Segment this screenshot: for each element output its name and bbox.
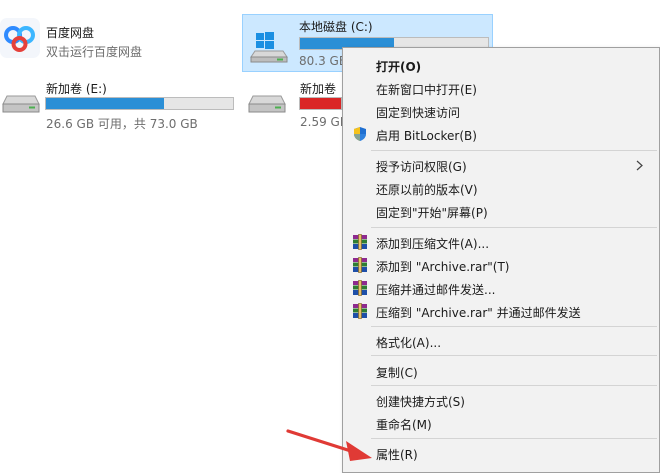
menu-item-format-label: 格式化(A)... bbox=[376, 336, 442, 350]
baidu-netdisk-subtitle: 双击运行百度网盘 bbox=[46, 45, 143, 59]
menu-separator bbox=[371, 438, 657, 439]
uac-shield-icon bbox=[354, 127, 366, 141]
winrar-icon bbox=[353, 234, 367, 250]
menu-item-compress-email[interactable]: 压缩并通过邮件发送... bbox=[343, 277, 659, 299]
drive-volume-free-space: 2.59 GB bbox=[300, 115, 349, 129]
drive-c-free-space: 80.3 GB bbox=[299, 54, 348, 68]
menu-separator bbox=[371, 150, 657, 151]
menu-item-pin-quick-access-label: 固定到快速访问 bbox=[376, 106, 461, 120]
annotation-arrow-icon bbox=[286, 429, 372, 461]
hard-drive-icon bbox=[2, 95, 40, 113]
menu-item-add-archive[interactable]: 添加到压缩文件(A)... bbox=[343, 231, 659, 253]
drive-e-tile[interactable]: 新加卷 (E:) 26.6 GB 可用，共 73.0 GB bbox=[0, 76, 240, 136]
baidu-netdisk-name: 百度网盘 bbox=[46, 26, 95, 40]
drive-e-free-space: 26.6 GB 可用，共 73.0 GB bbox=[46, 117, 198, 131]
hard-drive-icon bbox=[248, 95, 286, 113]
menu-item-grant-access-label: 授予访问权限(G) bbox=[376, 160, 467, 174]
menu-item-compress-rar-email-label: 压缩到 "Archive.rar" 并通过邮件发送 bbox=[376, 306, 581, 320]
menu-item-add-archive-rar-label: 添加到 "Archive.rar"(T) bbox=[376, 260, 510, 274]
drive-volume-usage-bar bbox=[299, 97, 342, 110]
menu-item-bitlocker-label: 启用 BitLocker(B) bbox=[376, 129, 477, 143]
menu-item-create-shortcut-label: 创建快捷方式(S) bbox=[376, 395, 465, 409]
menu-item-create-shortcut[interactable]: 创建快捷方式(S) bbox=[343, 389, 659, 411]
baidu-netdisk-icon bbox=[0, 18, 40, 58]
menu-item-pin-start-label: 固定到"开始"屏幕(P) bbox=[376, 206, 488, 220]
menu-item-open-new-window-label: 在新窗口中打开(E) bbox=[376, 83, 477, 97]
menu-item-properties[interactable]: 属性(R) bbox=[343, 442, 659, 464]
drive-volume-name: 新加卷 bbox=[300, 82, 337, 96]
menu-item-compress-rar-email[interactable]: 压缩到 "Archive.rar" 并通过邮件发送 bbox=[343, 300, 659, 322]
menu-item-pin-quick-access[interactable]: 固定到快速访问 bbox=[343, 100, 659, 122]
menu-item-open-new-window[interactable]: 在新窗口中打开(E) bbox=[343, 77, 659, 99]
drive-c-name: 本地磁盘 (C:) bbox=[299, 20, 373, 34]
drive-volume-tile[interactable]: 新加卷 2.59 GB bbox=[246, 76, 348, 136]
drive-e-name: 新加卷 (E:) bbox=[46, 82, 107, 96]
menu-separator bbox=[371, 385, 657, 386]
chevron-right-icon bbox=[636, 160, 643, 171]
menu-item-rename-label: 重命名(M) bbox=[376, 418, 432, 432]
drive-e-usage-fill bbox=[46, 98, 164, 109]
menu-item-restore-versions[interactable]: 还原以前的版本(V) bbox=[343, 177, 659, 199]
drive-volume-usage-fill bbox=[300, 98, 341, 109]
menu-item-copy[interactable]: 复制(C) bbox=[343, 360, 659, 382]
menu-item-add-archive-rar[interactable]: 添加到 "Archive.rar"(T) bbox=[343, 254, 659, 276]
menu-separator bbox=[371, 227, 657, 228]
menu-item-properties-label: 属性(R) bbox=[376, 448, 418, 462]
menu-item-copy-label: 复制(C) bbox=[376, 366, 418, 380]
menu-separator bbox=[371, 355, 657, 356]
menu-item-rename[interactable]: 重命名(M) bbox=[343, 412, 659, 434]
winrar-icon bbox=[353, 257, 367, 273]
menu-item-compress-email-label: 压缩并通过邮件发送... bbox=[376, 283, 496, 297]
drive-e-usage-bar bbox=[45, 97, 234, 110]
menu-separator bbox=[371, 326, 657, 327]
menu-item-open-label: 打开(O) bbox=[376, 60, 422, 74]
menu-item-pin-start[interactable]: 固定到"开始"屏幕(P) bbox=[343, 200, 659, 222]
winrar-icon bbox=[353, 303, 367, 319]
menu-item-format[interactable]: 格式化(A)... bbox=[343, 330, 659, 352]
baidu-netdisk-tile[interactable]: 百度网盘 双击运行百度网盘 bbox=[0, 12, 240, 72]
menu-item-bitlocker[interactable]: 启用 BitLocker(B) bbox=[343, 123, 659, 145]
winrar-icon bbox=[353, 280, 367, 296]
context-menu: 打开(O) 在新窗口中打开(E) 固定到快速访问 启用 BitLocker(B)… bbox=[342, 47, 660, 473]
windows-drive-icon bbox=[250, 32, 288, 63]
menu-item-add-archive-label: 添加到压缩文件(A)... bbox=[376, 237, 490, 251]
menu-item-restore-versions-label: 还原以前的版本(V) bbox=[376, 183, 478, 197]
menu-item-open[interactable]: 打开(O) bbox=[343, 54, 659, 76]
menu-item-grant-access[interactable]: 授予访问权限(G) bbox=[343, 154, 659, 176]
